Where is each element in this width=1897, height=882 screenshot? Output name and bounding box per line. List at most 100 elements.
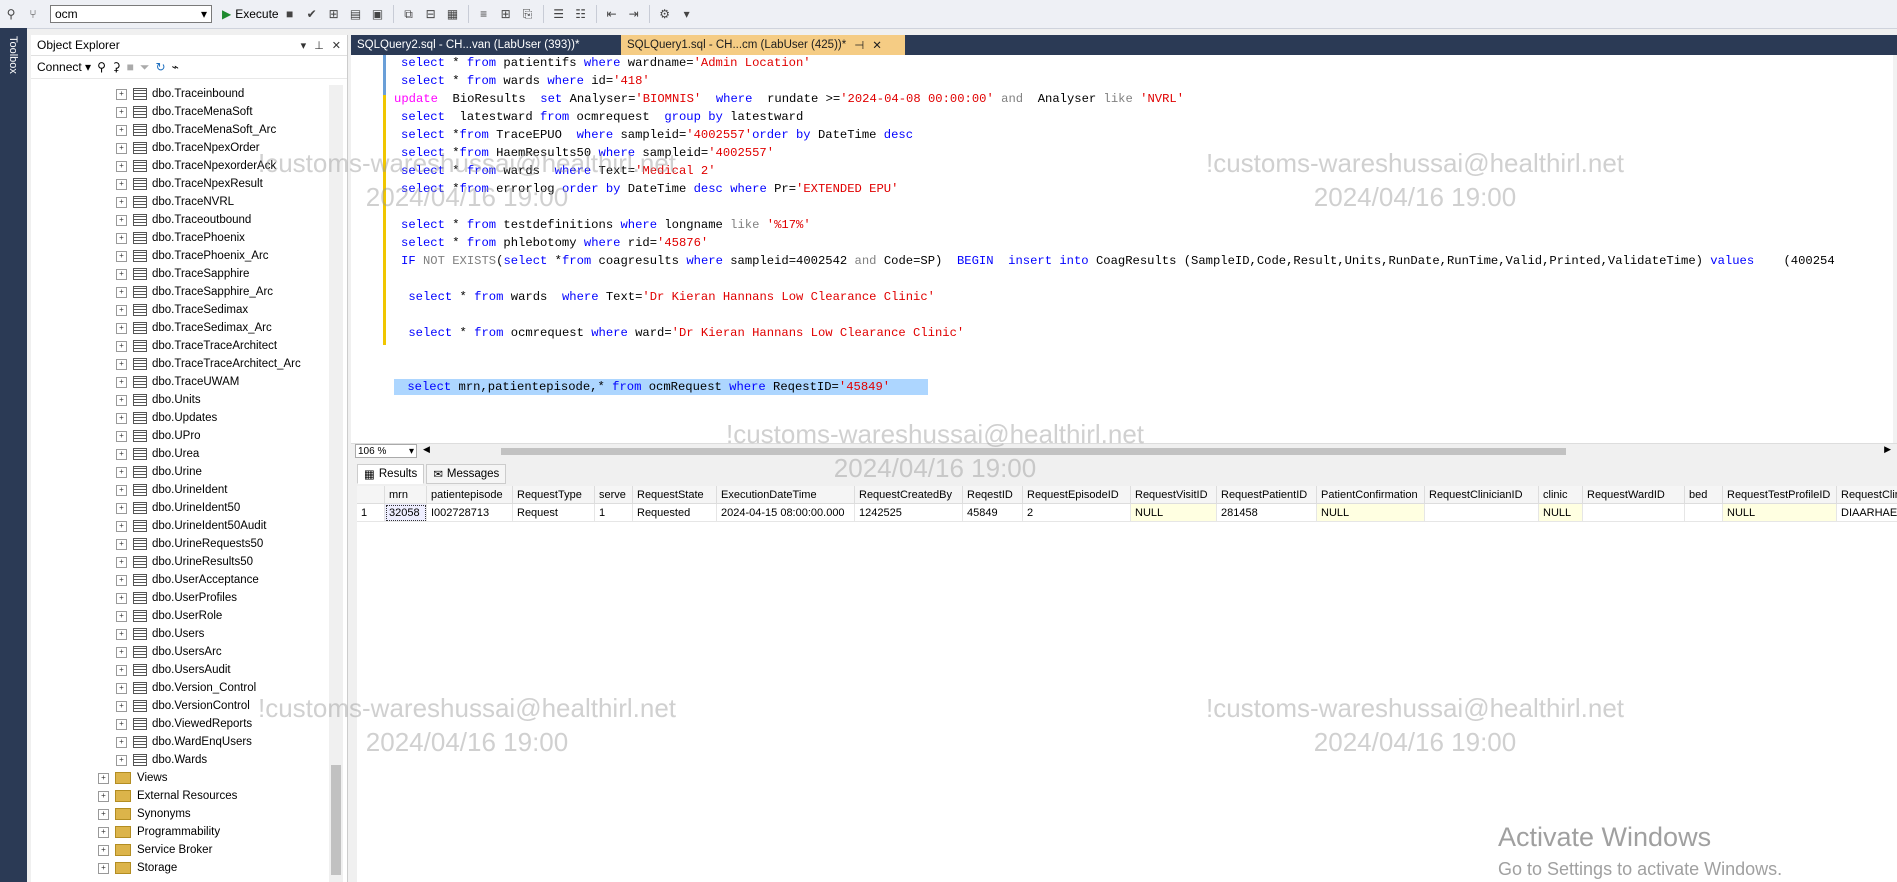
stop-icon[interactable]: ■: [127, 60, 134, 74]
scroll-left-icon[interactable]: ◀: [423, 444, 430, 455]
table-cell[interactable]: 1242525: [855, 504, 963, 522]
column-header[interactable]: ExecutionDateTime: [717, 486, 855, 504]
table-cell[interactable]: 1: [595, 504, 633, 522]
expand-icon[interactable]: +: [116, 304, 127, 316]
column-header[interactable]: RequestVisitID: [1131, 486, 1217, 504]
code-line[interactable]: select * from wards where Text='Dr Kiera…: [401, 289, 935, 305]
expand-icon[interactable]: +: [116, 178, 127, 190]
tree-item-table[interactable]: + dbo.TraceTraceArchitect_Arc: [31, 355, 327, 373]
code-line[interactable]: select *from TraceEPUO where sampleid='4…: [401, 127, 913, 143]
table-cell[interactable]: DIAARHAE: [1837, 504, 1897, 522]
results-to-text-icon[interactable]: ≡: [474, 4, 494, 24]
table-cell[interactable]: NULL: [1317, 504, 1425, 522]
pin-icon[interactable]: ⊥: [314, 39, 324, 52]
expand-icon[interactable]: +: [116, 250, 127, 262]
expand-icon[interactable]: +: [116, 376, 127, 388]
results-to-file-icon[interactable]: ⎘: [518, 4, 538, 24]
expand-icon[interactable]: +: [116, 700, 127, 712]
tree-item-table[interactable]: + dbo.Urea: [31, 445, 327, 463]
tree-item-table[interactable]: + dbo.UrineIdent: [31, 481, 327, 499]
expand-icon[interactable]: +: [116, 466, 127, 478]
expand-icon[interactable]: +: [116, 88, 127, 100]
column-header[interactable]: RequestTestProfileID: [1723, 486, 1837, 504]
tree-item-table[interactable]: + dbo.Version_Control: [31, 679, 327, 697]
expand-icon[interactable]: +: [116, 682, 127, 694]
expand-icon[interactable]: +: [116, 214, 127, 226]
row-number[interactable]: 1: [357, 504, 385, 522]
tree-item-table[interactable]: + dbo.UPro: [31, 427, 327, 445]
stop-icon[interactable]: ■: [280, 4, 300, 24]
parse-check-icon[interactable]: ✔: [302, 4, 322, 24]
code-line[interactable]: select * from phlebotomy where rid='4587…: [401, 235, 708, 251]
query-options-icon[interactable]: ▤: [346, 4, 366, 24]
expand-icon[interactable]: +: [116, 232, 127, 244]
include-plan-icon[interactable]: ⧉: [399, 4, 419, 24]
table-cell[interactable]: [1583, 504, 1685, 522]
zoom-select[interactable]: 106 % ▾: [355, 444, 417, 458]
editor-vscroll[interactable]: [1893, 55, 1897, 443]
expand-icon[interactable]: +: [116, 538, 127, 550]
comment-icon[interactable]: ☰: [549, 4, 569, 24]
table-cell[interactable]: 2024-04-15 08:00:00.000: [717, 504, 855, 522]
debug-icon[interactable]: ⚲: [1, 4, 21, 24]
expand-icon[interactable]: +: [116, 520, 127, 532]
code-line[interactable]: update BioResults set Analyser='BIOMNIS'…: [394, 91, 1184, 107]
tree-item-table[interactable]: + dbo.UrineRequests50: [31, 535, 327, 553]
tree-item-table[interactable]: + dbo.UsersAudit: [31, 661, 327, 679]
expand-icon[interactable]: +: [116, 754, 127, 766]
column-header[interactable]: RequestState: [633, 486, 717, 504]
client-stats-icon[interactable]: ▦: [443, 4, 463, 24]
execute-button[interactable]: ▶ Execute: [222, 7, 279, 21]
toolbox-strip[interactable]: Toolbox: [0, 28, 27, 882]
expand-icon[interactable]: +: [116, 160, 127, 172]
expand-icon[interactable]: +: [116, 664, 127, 676]
plan-icon[interactable]: ⊞: [324, 4, 344, 24]
code-line[interactable]: select * from patientifs where wardname=…: [401, 55, 811, 71]
tab-messages[interactable]: ✉ Messages: [426, 464, 507, 484]
tree-item-table[interactable]: + dbo.TraceSedimax_Arc: [31, 319, 327, 337]
intellisense-icon[interactable]: ▣: [368, 4, 388, 24]
column-header[interactable]: ReqestID: [963, 486, 1023, 504]
hscroll-thumb[interactable]: [501, 448, 1566, 455]
scrollbar-thumb[interactable]: [331, 765, 341, 875]
tree-item-table[interactable]: + dbo.TraceUWAM: [31, 373, 327, 391]
tree-item-table[interactable]: + dbo.UrineIdent50: [31, 499, 327, 517]
column-header[interactable]: clinic: [1539, 486, 1583, 504]
column-header[interactable]: RequestWardID: [1583, 486, 1685, 504]
tree-item-table[interactable]: + dbo.TraceNpexOrder: [31, 139, 327, 157]
tree-item-table[interactable]: + dbo.TracePhoenix: [31, 229, 327, 247]
live-stats-icon[interactable]: ⊟: [421, 4, 441, 24]
column-header[interactable]: patientepisode: [427, 486, 513, 504]
expand-icon[interactable]: +: [98, 772, 109, 784]
expand-icon[interactable]: +: [116, 124, 127, 136]
close-icon[interactable]: ✕: [332, 39, 341, 52]
expand-icon[interactable]: +: [116, 196, 127, 208]
tree-item-table[interactable]: + dbo.Units: [31, 391, 327, 409]
expand-icon[interactable]: +: [98, 808, 109, 820]
expand-icon[interactable]: +: [116, 502, 127, 514]
expand-icon[interactable]: +: [116, 448, 127, 460]
tree-item-table[interactable]: + dbo.UrineIdent50Audit: [31, 517, 327, 535]
tree-item-table[interactable]: + dbo.TraceSedimax: [31, 301, 327, 319]
expand-icon[interactable]: +: [116, 592, 127, 604]
expand-icon[interactable]: +: [116, 736, 127, 748]
uncomment-icon[interactable]: ☷: [571, 4, 591, 24]
tree-item-folder[interactable]: + Programmability: [31, 823, 327, 841]
column-header[interactable]: RequestPatientID: [1217, 486, 1317, 504]
table-cell[interactable]: NULL: [1131, 504, 1217, 522]
tree-item-table[interactable]: + dbo.TraceSapphire_Arc: [31, 283, 327, 301]
query-editor[interactable]: select * from patientifs where wardname=…: [351, 55, 1897, 443]
scroll-right-icon[interactable]: ▶: [1884, 444, 1891, 455]
filter-icon[interactable]: ⏷: [140, 60, 150, 75]
tree-item-table[interactable]: + dbo.TraceMenaSoft: [31, 103, 327, 121]
connect-button[interactable]: Connect ▾: [37, 60, 91, 74]
code-line[interactable]: select latestward from ocmrequest group …: [401, 109, 803, 125]
expand-icon[interactable]: +: [98, 790, 109, 802]
refresh-icon[interactable]: ↻: [156, 60, 166, 74]
code-line[interactable]: select * from testdefinitions where long…: [401, 217, 811, 233]
expand-icon[interactable]: +: [116, 106, 127, 118]
tree-item-table[interactable]: + dbo.UsersArc: [31, 643, 327, 661]
tree-item-table[interactable]: + dbo.TraceNVRL: [31, 193, 327, 211]
tree-item-table[interactable]: + dbo.UserProfiles: [31, 589, 327, 607]
expand-icon[interactable]: +: [116, 574, 127, 586]
